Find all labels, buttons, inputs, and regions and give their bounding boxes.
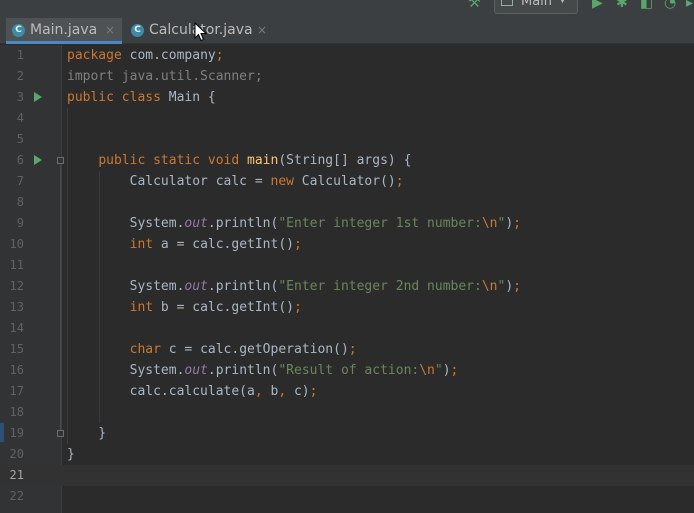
code-line[interactable]: 3 public class Main { bbox=[0, 87, 694, 108]
main-toolbar: ⚒ Main ▼ ▶ ✱ ◧ ◔ ▸ bbox=[0, 0, 694, 18]
code-line[interactable]: 18 bbox=[0, 402, 694, 423]
play-icon[interactable]: ▶ bbox=[592, 0, 603, 11]
code-line[interactable]: 22 bbox=[0, 486, 694, 507]
line-number: 2 bbox=[16, 69, 24, 83]
code-text: public static void main(String[] args) { bbox=[98, 153, 412, 168]
fold-icon[interactable] bbox=[57, 430, 64, 437]
line-number: 4 bbox=[16, 111, 24, 125]
code-line[interactable]: 12 System.out.println("Enter integer 2nd… bbox=[0, 276, 694, 297]
current-code-line[interactable]: 21 bbox=[0, 465, 694, 486]
code-text: public class Main { bbox=[67, 90, 216, 105]
code-text: char c = calc.getOperation(); bbox=[129, 342, 357, 357]
close-icon[interactable]: × bbox=[105, 23, 115, 37]
code-line[interactable]: 6 public static void main(String[] args)… bbox=[0, 150, 694, 171]
line-number: 12 bbox=[9, 279, 24, 293]
line-number: 15 bbox=[9, 342, 24, 356]
code-text: int b = calc.getInt(); bbox=[129, 300, 302, 315]
mouse-cursor-icon bbox=[194, 22, 207, 42]
line-number: 22 bbox=[9, 489, 24, 503]
fold-icon[interactable] bbox=[57, 157, 64, 164]
line-number: 14 bbox=[9, 321, 24, 335]
fold-range-line bbox=[60, 165, 61, 430]
code-line[interactable]: 9 System.out.println("Enter integer 1st … bbox=[0, 213, 694, 234]
line-number: 1 bbox=[16, 48, 24, 62]
line-number: 8 bbox=[16, 195, 24, 209]
code-text: System.out.println("Result of action:\n"… bbox=[67, 363, 459, 378]
class-icon: C bbox=[131, 24, 144, 37]
code-text: import java.util.Scanner; bbox=[67, 69, 263, 84]
tab-main-java[interactable]: C Main.java × bbox=[6, 18, 122, 44]
close-icon[interactable]: × bbox=[257, 23, 267, 37]
code-text: } bbox=[67, 426, 107, 441]
code-text: package com.company; bbox=[67, 48, 224, 63]
line-number: 21 bbox=[9, 468, 24, 482]
line-number: 18 bbox=[9, 405, 24, 419]
editor-tab-bar: C Main.java × C Calculator.java × bbox=[0, 18, 694, 44]
code-line[interactable]: 15 char c = calc.getOperation(); bbox=[0, 339, 694, 360]
line-number: 13 bbox=[9, 300, 24, 314]
code-line[interactable]: 11 bbox=[0, 255, 694, 276]
code-line[interactable]: 13 int b = calc.getInt(); bbox=[0, 297, 694, 318]
code-line[interactable]: 10 int a = calc.getInt(); bbox=[0, 234, 694, 255]
code-line[interactable]: 5 bbox=[0, 129, 694, 150]
chevron-down-icon: ▼ bbox=[559, 0, 566, 5]
code-text: Calculator calc = new Calculator(); bbox=[67, 174, 404, 189]
line-number: 6 bbox=[16, 153, 24, 167]
line-number: 16 bbox=[9, 363, 24, 377]
code-line[interactable]: 1 package com.company; bbox=[0, 45, 694, 66]
tab-label: Main.java bbox=[30, 22, 98, 38]
code-line[interactable]: 20 } bbox=[0, 444, 694, 465]
code-text: System.out.println("Enter integer 2nd nu… bbox=[67, 279, 521, 294]
run-config-label: Main bbox=[521, 0, 553, 9]
run-config-icon bbox=[501, 0, 513, 6]
code-line[interactable]: 17 calc.calculate(a, b, c); bbox=[0, 381, 694, 402]
line-number: 17 bbox=[9, 384, 24, 398]
run-config-selector[interactable]: Main ▼ bbox=[494, 0, 578, 14]
code-line[interactable]: 7 Calculator calc = new Calculator(); bbox=[0, 171, 694, 192]
code-line[interactable]: 2 import java.util.Scanner; bbox=[0, 66, 694, 87]
line-number: 5 bbox=[16, 132, 24, 146]
line-number: 11 bbox=[9, 258, 24, 272]
coverage-icon[interactable]: ◧ bbox=[640, 0, 653, 11]
code-line[interactable]: 8 bbox=[0, 192, 694, 213]
bug-icon[interactable]: ✱ bbox=[616, 0, 628, 11]
line-number: 7 bbox=[16, 174, 24, 188]
line-number: 20 bbox=[9, 447, 24, 461]
line-number: 10 bbox=[9, 237, 24, 251]
more-icon[interactable]: ▸ bbox=[686, 0, 693, 11]
hammer-icon[interactable]: ⚒ bbox=[468, 0, 481, 11]
code-text: System.out.println("Enter integer 1st nu… bbox=[67, 216, 521, 231]
code-line[interactable]: 4 bbox=[0, 108, 694, 129]
code-text: } bbox=[67, 447, 75, 462]
code-text: calc.calculate(a, b, c); bbox=[67, 384, 318, 399]
indent-guide bbox=[99, 171, 100, 423]
run-gutter-icon[interactable] bbox=[34, 155, 42, 165]
code-line[interactable]: 19 } bbox=[0, 423, 694, 444]
class-icon: C bbox=[12, 24, 25, 37]
profile-icon[interactable]: ◔ bbox=[664, 0, 676, 11]
code-line[interactable]: 16 System.out.println("Result of action:… bbox=[0, 360, 694, 381]
line-number: 9 bbox=[16, 216, 24, 230]
line-number: 19 bbox=[9, 426, 24, 440]
code-text: int a = calc.getInt(); bbox=[129, 237, 302, 252]
code-line[interactable]: 14 bbox=[0, 318, 694, 339]
indent-guide bbox=[67, 108, 68, 444]
line-number: 3 bbox=[16, 90, 24, 104]
run-gutter-icon[interactable] bbox=[34, 92, 42, 102]
